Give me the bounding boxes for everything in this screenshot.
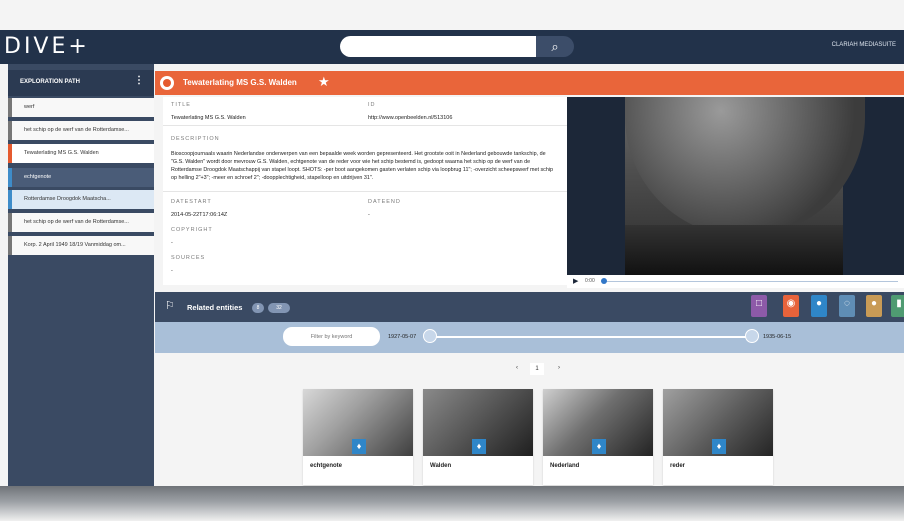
- search-icon: ⌕: [551, 39, 559, 54]
- media-icon[interactable]: ◉: [783, 295, 799, 317]
- dateend-value: -: [368, 212, 370, 218]
- sidebar-item-label: echtgenote: [24, 174, 52, 180]
- description-label: DESCRIPTION: [171, 136, 220, 142]
- bottom-fade: [0, 486, 904, 521]
- sidebar-item-label: het schip op de werf van de Rotterdamse.…: [24, 127, 129, 133]
- copyright-label: COPYRIGHT: [171, 227, 213, 233]
- video-controls: ▶ 0:00: [567, 275, 904, 288]
- title-value: Tewaterlating MS G.S. Walden: [171, 115, 246, 121]
- sidebar-item-label: Korp. 2 April 1949 18/19 Vanmiddag om...: [24, 242, 126, 248]
- location-icon: ♦: [712, 439, 726, 454]
- divider: [163, 191, 567, 192]
- calendar-icon[interactable]: □: [751, 295, 767, 317]
- entity-card-nederland[interactable]: ♦ Nederland: [543, 389, 653, 485]
- previous-page-button[interactable]: ‹: [516, 365, 518, 371]
- app-logo[interactable]: DIVE+: [4, 34, 90, 59]
- description-value: Bioscoopjournaals waarin Nederlandse ond…: [171, 151, 554, 181]
- pin-icon[interactable]: ◌: [839, 295, 855, 317]
- screen: DIVE+ ⌕ CLARIAH MEDIASUITE EXPLORATION P…: [0, 0, 904, 521]
- filter-row: 1927-05-07 1935-06-15: [155, 322, 904, 353]
- sidebar-item-schip[interactable]: het schip op de werf van de Rotterdamse.…: [8, 121, 154, 140]
- related-count-badge: 8: [252, 303, 264, 313]
- copyright-value: -: [171, 240, 173, 246]
- location-icon: ♦: [472, 439, 486, 454]
- person-icon[interactable]: ●: [866, 295, 882, 317]
- related-total-badge: 32: [268, 303, 290, 313]
- sidebar-item-schip-werf[interactable]: het schip op de werf van de Rotterdamse.…: [8, 213, 154, 232]
- date-end-label: 1935-06-15: [763, 334, 792, 340]
- entity-card-walden[interactable]: ♦ Walden: [423, 389, 533, 485]
- video-frame: [625, 97, 865, 275]
- location-icon: ♦: [352, 439, 366, 454]
- record-details: TITLE Tewaterlating MS G.S. Walden ID ht…: [163, 97, 567, 285]
- top-navigation-bar: DIVE+ ⌕ CLARIAH MEDIASUITE: [0, 30, 904, 64]
- entity-card-echtgenote[interactable]: ♦ echtgenote: [303, 389, 413, 485]
- star-icon[interactable]: ★: [318, 74, 330, 90]
- search-bar: ⌕: [340, 36, 574, 57]
- exploration-path-sidebar: EXPLORATION PATH ⋮ werf het schip op de …: [8, 64, 154, 489]
- location-icon: ♦: [592, 439, 606, 454]
- sidebar-title: EXPLORATION PATH: [20, 79, 80, 85]
- video-progress-bar[interactable]: [603, 281, 898, 282]
- search-button[interactable]: ⌕: [536, 36, 574, 57]
- video-player[interactable]: [567, 97, 904, 275]
- sidebar-item-werf[interactable]: werf: [8, 98, 154, 117]
- sidebar-item-label: het schip op de werf van de Rotterdamse.…: [24, 219, 129, 225]
- sidebar-item-tewaterlating[interactable]: Tewaterlating MS G.S. Walden: [8, 144, 154, 163]
- record-title: Tewaterlating MS G.S. Walden: [183, 78, 297, 87]
- sidebar-header: EXPLORATION PATH ⋮: [8, 70, 154, 96]
- related-entities-bar: ⚐ Related entities 8 32 □ ◉ ● ◌ ● ▮: [155, 292, 904, 322]
- entity-title: Nederland: [550, 463, 580, 469]
- video-progress-handle[interactable]: [601, 278, 607, 284]
- shipyard-ground-image: [625, 225, 843, 275]
- id-label: ID: [368, 102, 376, 108]
- network-icon: ⚐: [165, 300, 175, 312]
- sidebar-item-label: Tewaterlating MS G.S. Walden: [24, 150, 99, 156]
- sidebar-item-rotterdamse[interactable]: Rotterdamse Droogdok Maatscha...: [8, 190, 154, 209]
- title-label: TITLE: [171, 102, 191, 108]
- sources-value: -: [171, 268, 173, 274]
- id-value[interactable]: http://www.openbeelden.nl/513106: [368, 115, 452, 121]
- entity-title: reder: [670, 463, 686, 469]
- divider: [163, 125, 567, 126]
- sidebar-item-korp[interactable]: Korp. 2 April 1949 18/19 Vanmiddag om...: [8, 236, 154, 255]
- next-page-button[interactable]: ›: [558, 365, 560, 371]
- entity-card-reder[interactable]: ♦ reder: [663, 389, 773, 485]
- record-header: Tewaterlating MS G.S. Walden ★: [155, 71, 904, 95]
- sources-label: SOURCES: [171, 255, 206, 261]
- search-input[interactable]: [340, 36, 540, 57]
- entity-title: echtgenote: [310, 463, 343, 469]
- more-vertical-icon[interactable]: ⋮: [134, 75, 144, 86]
- datestart-value: 2014-05-22T17:06:14Z: [171, 212, 228, 218]
- video-time: 0:00: [585, 278, 595, 284]
- tag-icon[interactable]: ▮: [891, 295, 904, 317]
- related-title: Related entities: [187, 303, 243, 312]
- datestart-label: DATESTART: [171, 199, 212, 205]
- date-start-label: 1927-05-07: [388, 334, 417, 340]
- date-end-handle[interactable]: [745, 329, 759, 343]
- sidebar-item-label: werf: [24, 104, 35, 110]
- keyword-filter-input[interactable]: [283, 327, 380, 346]
- play-icon[interactable]: ▶: [573, 277, 578, 285]
- date-start-handle[interactable]: [423, 329, 437, 343]
- ship-hull-image: [625, 97, 865, 237]
- media-object-icon: [160, 76, 174, 90]
- user-label[interactable]: CLARIAH MEDIASUITE: [832, 42, 896, 48]
- date-range-slider[interactable]: [425, 336, 753, 338]
- sidebar-item-echtgenote[interactable]: echtgenote: [8, 168, 154, 187]
- sidebar-item-label: Rotterdamse Droogdok Maatscha...: [24, 196, 111, 202]
- current-page[interactable]: 1: [530, 363, 544, 375]
- entity-title: Walden: [430, 463, 452, 469]
- dateend-label: DATEEND: [368, 199, 401, 205]
- location-icon[interactable]: ●: [811, 295, 827, 317]
